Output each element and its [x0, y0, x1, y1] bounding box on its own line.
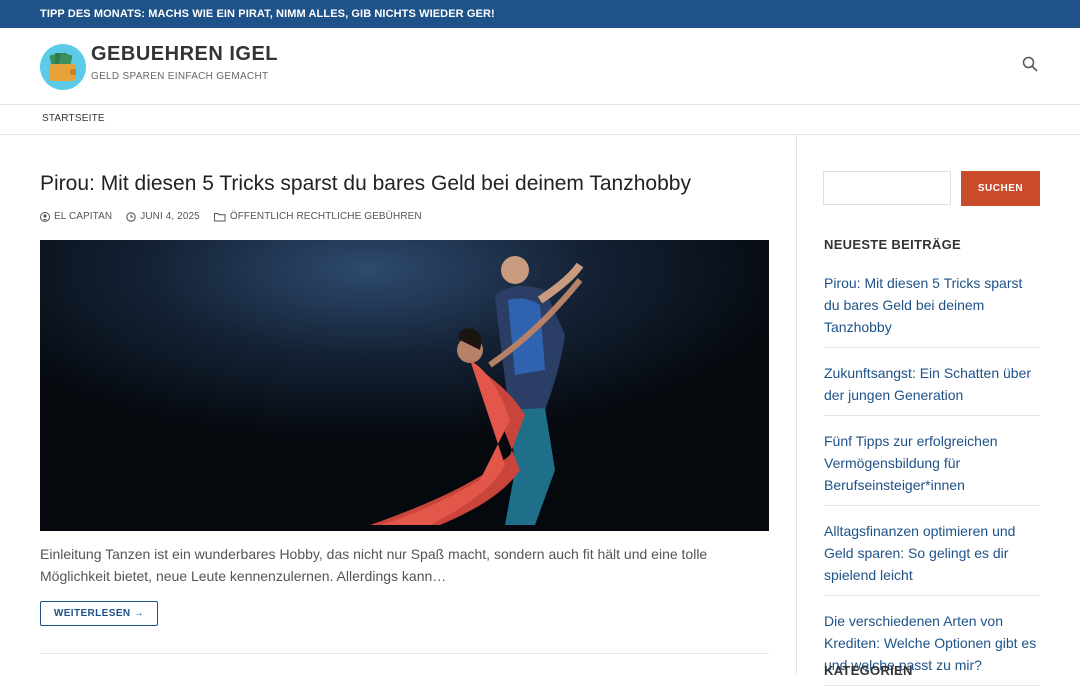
recent-posts-title: NEUESTE BEITRÄGE	[824, 237, 961, 252]
recent-post-link[interactable]: Zukunftsangst: Ein Schatten über der jun…	[824, 359, 1040, 416]
post-date: JUNI 4, 2025	[126, 211, 200, 222]
post-title[interactable]: Pirou: Mit diesen 5 Tricks sparst du bar…	[40, 171, 691, 196]
user-icon	[40, 211, 50, 222]
content-area: Pirou: Mit diesen 5 Tricks sparst du bar…	[0, 135, 797, 675]
recent-post-link[interactable]: Pirou: Mit diesen 5 Tricks sparst du bar…	[824, 269, 1040, 348]
post-author[interactable]: EL CAPITAN	[40, 211, 112, 222]
site-logo[interactable]	[40, 44, 86, 90]
sidebar: SUCHEN NEUESTE BEITRÄGE Pirou: Mit diese…	[797, 135, 1080, 686]
folder-icon	[213, 212, 226, 221]
categories-title: KATEGORIEN	[824, 663, 913, 678]
read-more-button[interactable]: WEITERLESEN →	[40, 601, 158, 626]
author-name[interactable]: EL CAPITAN	[54, 211, 112, 222]
announcement-bar: TIPP DES MONATS: MACHS WIE EIN PIRAT, NI…	[0, 0, 1080, 28]
nav-item-startseite[interactable]: STARTSEITE	[42, 113, 105, 124]
search-icon[interactable]	[1022, 56, 1042, 76]
post-category[interactable]: ÖFFENTLICH RECHTLICHE GEBÜHREN	[213, 211, 422, 222]
post-meta: EL CAPITAN JUNI 4, 2025 ÖFFENTLICH RECHT…	[40, 211, 422, 222]
category-link[interactable]: ÖFFENTLICH RECHTLICHE GEBÜHREN	[230, 211, 422, 222]
site-header: GEBUEHREN IGEL GELD SPAREN EINFACH GEMAC…	[0, 28, 1080, 105]
main-navigation: STARTSEITE	[0, 105, 1080, 135]
recent-post-link[interactable]: Fünf Tipps zur erfolgreichen Vermögensbi…	[824, 427, 1040, 506]
wallet-money-icon	[49, 53, 76, 81]
post-divider	[40, 653, 769, 654]
recent-post-link[interactable]: Alltagsfinanzen optimieren und Geld spar…	[824, 517, 1040, 596]
post-featured-image[interactable]	[40, 240, 769, 531]
clock-icon	[126, 211, 136, 222]
search-button[interactable]: SUCHEN	[961, 171, 1040, 206]
recent-posts-list: Pirou: Mit diesen 5 Tricks sparst du bar…	[824, 269, 1040, 697]
date-text: JUNI 4, 2025	[140, 211, 200, 222]
site-tagline: GELD SPAREN EINFACH GEMACHT	[91, 71, 269, 82]
search-input[interactable]	[823, 171, 951, 205]
announcement-text: TIPP DES MONATS: MACHS WIE EIN PIRAT, NI…	[40, 8, 495, 20]
post-excerpt: Einleitung Tanzen ist ein wunderbares Ho…	[40, 546, 708, 584]
site-title[interactable]: GEBUEHREN IGEL	[91, 44, 278, 64]
tango-dancers-image	[40, 240, 769, 531]
